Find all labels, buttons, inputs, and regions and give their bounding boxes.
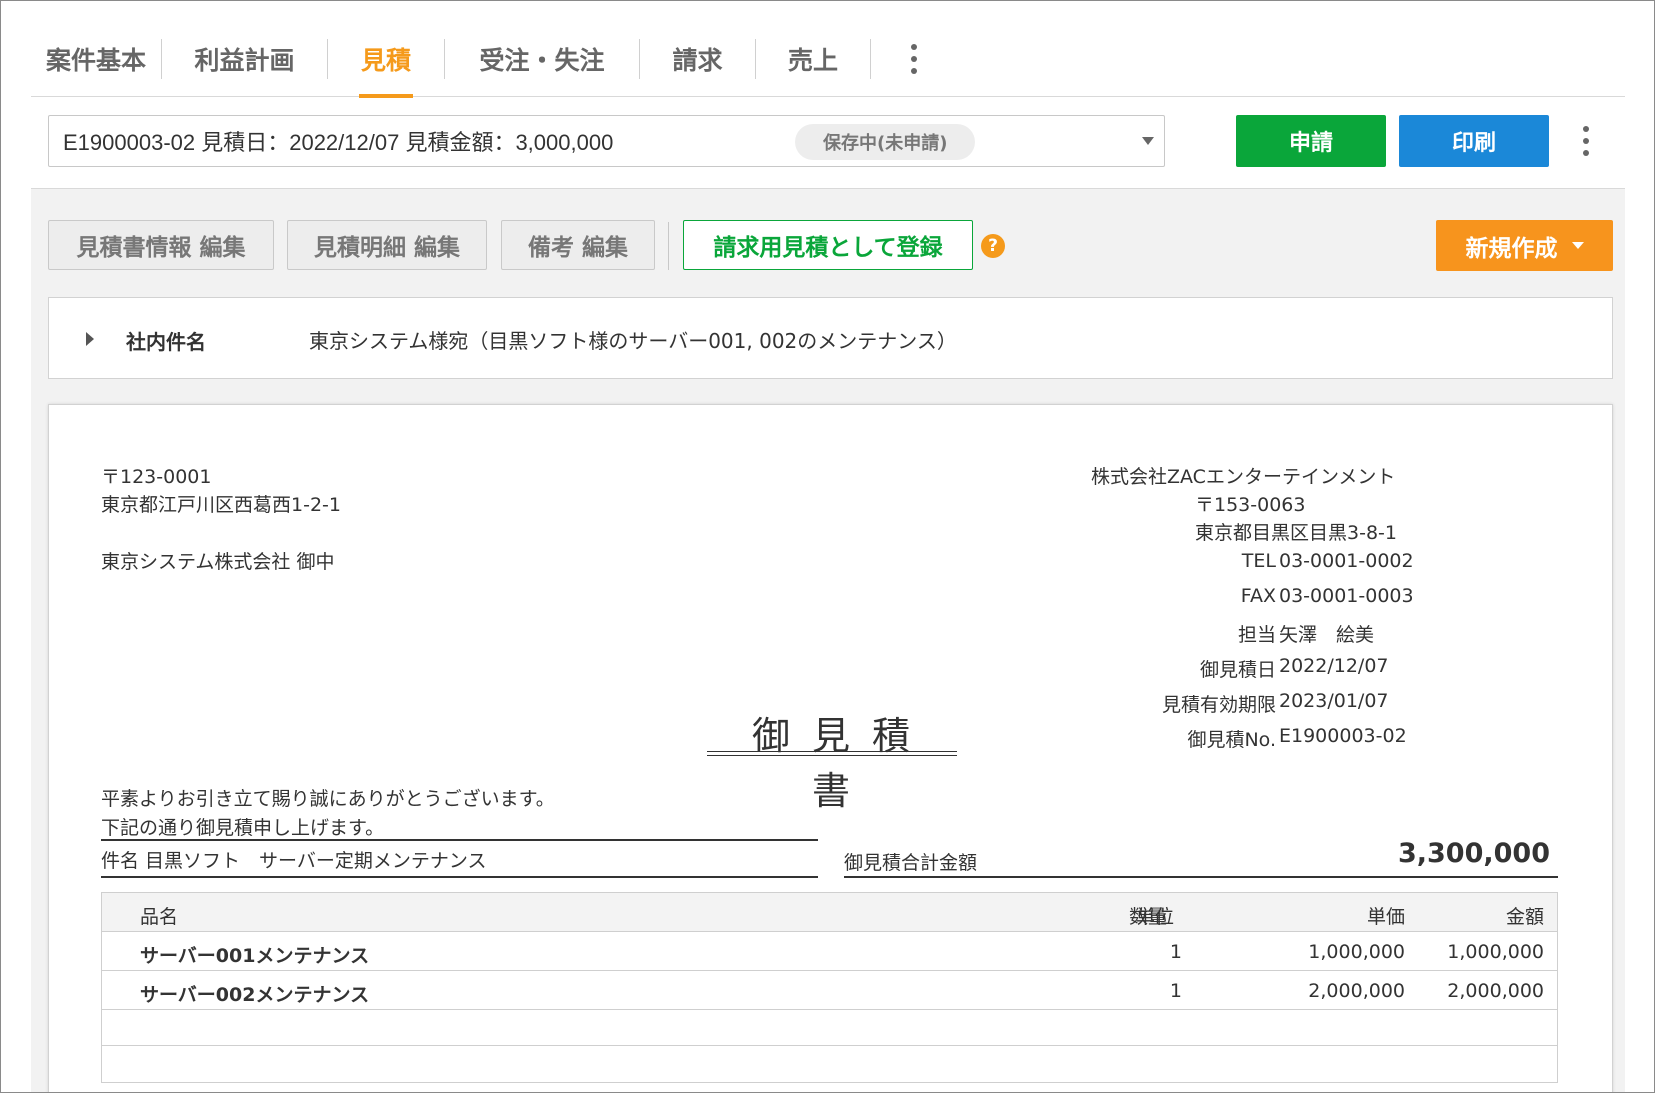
header-amount: 金額 (1505, 906, 1544, 928)
more-actions-icon[interactable] (1576, 123, 1596, 159)
item-amount: 1,000,000 (1447, 941, 1544, 963)
total-underline (844, 876, 1558, 878)
greeting-line-1: 平素よりお引き立て賜り誠にありがとうございます。 (101, 788, 555, 810)
table-row: サーバー001メンテナンス 1 1,000,000 1,000,000 (102, 932, 1557, 971)
subject: 件名 目黒ソフト サーバー定期メンテナンス (101, 850, 487, 872)
internal-name-value: 東京システム様宛（目黒ソフト様のサーバー001, 002のメンテナンス） (309, 329, 957, 353)
item-quantity: 1 (1169, 980, 1182, 1002)
item-quantity: 1 (1169, 941, 1182, 963)
tab-bar: 案件基本 利益計画 見積 受注・失注 請求 売上 (31, 21, 1625, 97)
sender-postal: 〒153-0063 (1195, 494, 1306, 516)
table-row-empty (102, 1010, 1557, 1046)
item-name: サーバー001メンテナンス (140, 945, 370, 967)
recipient-address: 東京都江戸川区西葛西1-2-1 (101, 494, 341, 516)
sender-field-value: 2023/01/07 (1279, 690, 1389, 712)
title-underline (707, 751, 957, 752)
tab-billing[interactable]: 請求 (640, 21, 755, 97)
item-name: サーバー002メンテナンス (140, 984, 370, 1006)
chevron-down-icon (1142, 137, 1154, 145)
sender-field-label: 御見積No. (1187, 729, 1276, 751)
sender-field-label: TEL (1241, 550, 1276, 572)
table-row: サーバー002メンテナンス 1 2,000,000 2,000,000 (102, 971, 1557, 1010)
estimate-selector[interactable]: E1900003-02 見積日：2022/12/07 見積金額：3,000,00… (48, 115, 1165, 167)
tab-estimate[interactable]: 見積 (328, 21, 444, 97)
app-window: 案件基本 利益計画 見積 受注・失注 請求 売上 E1900003-02 見積日… (0, 0, 1655, 1093)
sender-field-value: 03-0001-0003 (1279, 585, 1414, 607)
tab-profit-plan[interactable]: 利益計画 (162, 21, 327, 97)
sender-field-value: 矢澤 絵美 (1279, 624, 1375, 646)
help-icon[interactable]: ? (981, 234, 1005, 258)
tab-order-status[interactable]: 受注・失注 (445, 21, 639, 97)
edit-estimate-details-button[interactable]: 見積明細 編集 (287, 220, 487, 270)
internal-name-label: 社内件名 (126, 330, 206, 354)
sender-address: 東京都目黒区目黒3-8-1 (1195, 522, 1397, 544)
sender-field-value: 2022/12/07 (1279, 655, 1389, 677)
estimate-table: 品名 数量 単位 単価 金額 サーバー001メンテナンス 1 1,000,000… (101, 892, 1558, 1083)
caret-down-icon (1571, 242, 1584, 249)
table-row-empty (102, 1046, 1557, 1082)
header-unit: 単位 (1136, 906, 1175, 928)
status-badge: 保存中(未申請) (795, 124, 976, 160)
sender-field-label: 御見積日 (1199, 659, 1276, 681)
table-header-row: 品名 数量 単位 単価 金額 (102, 893, 1557, 932)
subject-topline (101, 839, 818, 841)
sender-field-label: 見積有効期限 (1161, 694, 1276, 716)
recipient-postal: 〒123-0001 (101, 466, 212, 488)
document-title: 御見積書 (751, 714, 932, 813)
more-tabs-icon[interactable] (871, 21, 957, 97)
subject-underline (101, 876, 818, 878)
estimate-document: 〒123-0001 東京都江戸川区西葛西1-2-1 東京システム株式会社 御中 … (48, 404, 1613, 1092)
sender-field-label: FAX (1240, 585, 1276, 607)
header-item-name: 品名 (140, 906, 179, 928)
tab-case-basic[interactable]: 案件基本 (31, 21, 161, 97)
edit-notes-button[interactable]: 備考 編集 (501, 220, 655, 270)
item-unit-price: 2,000,000 (1308, 980, 1405, 1002)
item-unit-price: 1,000,000 (1308, 941, 1405, 963)
print-button[interactable]: 印刷 (1399, 115, 1549, 167)
new-create-button[interactable]: 新規作成 (1436, 220, 1613, 271)
total-label: 御見積合計金額 (844, 852, 978, 874)
new-create-label: 新規作成 (1465, 235, 1558, 262)
estimate-selector-text: E1900003-02 見積日：2022/12/07 見積金額：3,000,00… (63, 130, 614, 155)
sender-field-label: 担当 (1237, 624, 1276, 646)
recipient-name: 東京システム株式会社 御中 (101, 551, 335, 573)
register-billing-estimate-button[interactable]: 請求用見積として登録 (683, 220, 973, 270)
header-unit-price: 単価 (1366, 906, 1405, 928)
sender-field-value: 03-0001-0002 (1279, 550, 1414, 572)
sender-company: 株式会社ZACエンターテインメント (1091, 466, 1396, 488)
tab-sales[interactable]: 売上 (756, 21, 870, 97)
toolbar-divider (668, 222, 669, 270)
edit-estimate-info-button[interactable]: 見積書情報 編集 (48, 220, 274, 270)
item-amount: 2,000,000 (1447, 980, 1544, 1002)
title-underline (707, 755, 957, 756)
expand-caret-icon[interactable] (86, 332, 94, 346)
total-value: 3,300,000 (1397, 838, 1550, 869)
apply-button[interactable]: 申請 (1236, 115, 1386, 167)
sender-field-value: E1900003-02 (1279, 725, 1407, 747)
internal-name-panel: 社内件名 東京システム様宛（目黒ソフト様のサーバー001, 002のメンテナンス… (48, 297, 1613, 379)
greeting-line-2: 下記の通り御見積申し上げます。 (101, 817, 385, 839)
